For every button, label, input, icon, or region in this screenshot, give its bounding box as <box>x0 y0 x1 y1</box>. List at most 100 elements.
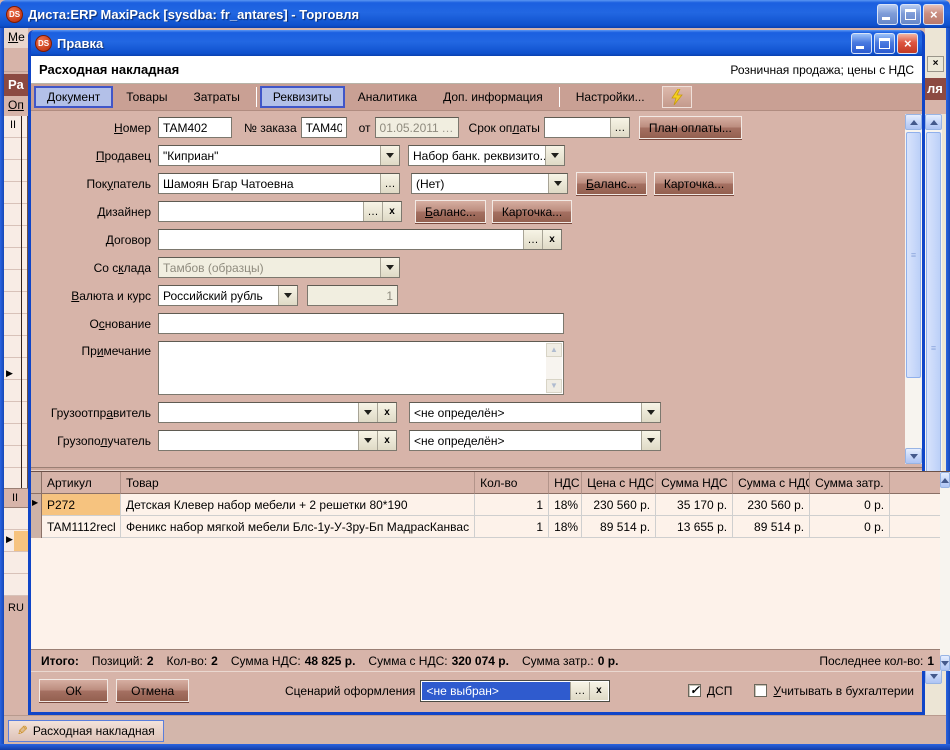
shipper-clear-button[interactable]: x <box>377 403 396 422</box>
currency-dropdown-button[interactable] <box>278 286 297 305</box>
scroll-up-button[interactable] <box>925 114 942 130</box>
main-maximize-button[interactable] <box>900 4 921 25</box>
seller-combo[interactable]: "Киприан" <box>158 145 400 166</box>
cell-summa-zatr[interactable]: 0 р. <box>810 494 890 516</box>
buyer-card-button[interactable]: Карточка... <box>654 172 734 195</box>
contract-clear-button[interactable]: x <box>542 230 561 249</box>
note-field[interactable]: ▲ ▼ <box>158 341 564 395</box>
due-field[interactable]: … <box>544 117 630 138</box>
dialog-maximize-button[interactable] <box>874 33 895 54</box>
cell-kolvo[interactable]: 1 <box>475 494 549 516</box>
column-header-summa-s-nds[interactable]: Сумма с НДС <box>733 472 810 494</box>
cell-summa-nds[interactable]: 35 170 р. <box>656 494 733 516</box>
scenario-combo[interactable]: <не выбран> … x <box>420 680 609 702</box>
column-header-tovar[interactable]: Товар <box>121 472 475 494</box>
designer-input[interactable] <box>159 202 363 221</box>
scrollbar-thumb[interactable]: ≡ <box>906 132 921 378</box>
cell-cena[interactable]: 230 560 р. <box>582 494 656 516</box>
tab-dokument[interactable]: Документ <box>34 86 113 108</box>
tab-analitika[interactable]: Аналитика <box>345 86 430 108</box>
shipper-input[interactable] <box>159 403 358 422</box>
designer-card-button[interactable]: Карточка... <box>492 200 572 223</box>
ok-button[interactable]: ОК <box>39 679 108 702</box>
cell-tovar[interactable]: Феникс набор мягкой мебели Блс-1у-У-3ру-… <box>121 516 475 538</box>
cell-summa-s-nds[interactable]: 89 514 р. <box>733 516 810 538</box>
tab-zatraty[interactable]: Затраты <box>181 86 253 108</box>
shipper-status-dropdown-button[interactable] <box>641 403 660 422</box>
basis-input[interactable] <box>158 313 564 334</box>
grid-scrollbar[interactable] <box>940 471 950 671</box>
scrollbar-track[interactable] <box>940 488 950 655</box>
cancel-button[interactable]: Отмена <box>116 679 189 702</box>
scroll-down-button[interactable] <box>940 655 950 671</box>
background-menu-fragment[interactable]: Ме <box>4 28 28 48</box>
main-close-button[interactable]: × <box>923 4 944 25</box>
language-indicator[interactable]: RU <box>4 596 28 614</box>
designer-balance-button[interactable]: Баланс... <box>415 200 486 223</box>
shipper-dropdown-button[interactable] <box>358 403 377 422</box>
column-header-artikul[interactable]: Артикул <box>42 472 121 494</box>
dsp-checkbox[interactable]: ✓ <box>688 684 701 697</box>
scroll-up-button[interactable] <box>940 472 950 488</box>
designer-lookup-button[interactable]: … <box>363 202 382 221</box>
column-header-summa-nds[interactable]: Сумма НДС <box>656 472 733 494</box>
order-input[interactable] <box>301 117 347 138</box>
scrollbar-track[interactable]: ≡ <box>905 130 922 448</box>
cell-kolvo[interactable]: 1 <box>475 516 549 538</box>
seller-dropdown-button[interactable] <box>380 146 399 165</box>
quick-action-button[interactable] <box>662 86 692 108</box>
designer-clear-button[interactable]: x <box>382 202 401 221</box>
buyer-lookup-button[interactable]: … <box>380 174 399 193</box>
table-row[interactable]: TAM1112recl Феникс набор мягкой мебели Б… <box>31 516 940 538</box>
background-link-fragment[interactable]: Оп <box>4 96 28 114</box>
cell-artikul[interactable]: P272 <box>42 494 121 516</box>
tab-nastroiki[interactable]: Настройки... <box>563 86 658 108</box>
form-scrollbar[interactable]: ≡ <box>905 114 922 464</box>
dialog-close-button[interactable]: × <box>897 33 918 54</box>
consignee-combo[interactable]: x <box>158 430 397 451</box>
cell-artikul[interactable]: TAM1112recl <box>42 516 121 538</box>
contract-field[interactable]: … x <box>158 229 562 250</box>
shipper-status-combo[interactable]: <не определён> <box>409 402 661 423</box>
number-input[interactable] <box>158 117 232 138</box>
scenario-lookup-button[interactable]: … <box>570 682 589 700</box>
warehouse-dropdown-button[interactable] <box>380 258 399 277</box>
buyer-balance-button[interactable]: Баланс... <box>576 172 647 195</box>
cell-tovar[interactable]: Детская Клевер набор мебели + 2 решетки … <box>121 494 475 516</box>
payment-plan-button[interactable]: План оплаты... <box>639 116 742 139</box>
scroll-up-button[interactable] <box>905 114 922 130</box>
currency-combo[interactable]: Российский рубль <box>158 285 298 306</box>
shipper-combo[interactable]: x <box>158 402 397 423</box>
due-input[interactable] <box>545 118 610 137</box>
contract-input[interactable] <box>159 230 523 249</box>
tab-dop-informacia[interactable]: Доп. информация <box>430 86 556 108</box>
cell-summa-zatr[interactable]: 0 р. <box>810 516 890 538</box>
scroll-down-button[interactable] <box>905 448 922 464</box>
bank-requisites-combo[interactable]: Набор банк. реквизито... <box>408 145 565 166</box>
buyer-field[interactable]: Шамоян Бгар Чатоевна … <box>158 173 400 194</box>
consignee-status-combo[interactable]: <не определён> <box>409 430 661 451</box>
accounting-checkbox-label[interactable]: Учитывать в бухгалтерии <box>773 684 914 698</box>
due-lookup-button[interactable]: … <box>610 118 629 137</box>
column-header-kolvo[interactable]: Кол-во <box>475 472 549 494</box>
bank-dropdown-button[interactable] <box>545 146 564 165</box>
dialog-minimize-button[interactable] <box>851 33 872 54</box>
background-close-button[interactable]: × <box>927 56 944 72</box>
column-header-cena[interactable]: Цена с НДС <box>582 472 656 494</box>
taskbar-tab-invoice[interactable]: ✎ Расходная накладная <box>8 720 164 742</box>
consignee-dropdown-button[interactable] <box>358 431 377 450</box>
column-header-nds[interactable]: НДС <box>549 472 582 494</box>
cell-nds[interactable]: 18% <box>549 516 582 538</box>
cell-summa-nds[interactable]: 13 655 р. <box>656 516 733 538</box>
column-header-summa-zatr[interactable]: Сумма затр. <box>810 472 890 494</box>
tab-tovary[interactable]: Товары <box>113 86 180 108</box>
consignee-input[interactable] <box>159 431 358 450</box>
note-textarea[interactable] <box>159 342 563 394</box>
contract-lookup-button[interactable]: … <box>523 230 542 249</box>
consignee-clear-button[interactable]: x <box>377 431 396 450</box>
tab-rekvizity[interactable]: Реквизиты <box>260 86 345 108</box>
consignee-status-dropdown-button[interactable] <box>641 431 660 450</box>
designer-field[interactable]: … x <box>158 201 402 222</box>
buyer-status-dropdown-button[interactable] <box>548 174 567 193</box>
main-minimize-button[interactable] <box>877 4 898 25</box>
